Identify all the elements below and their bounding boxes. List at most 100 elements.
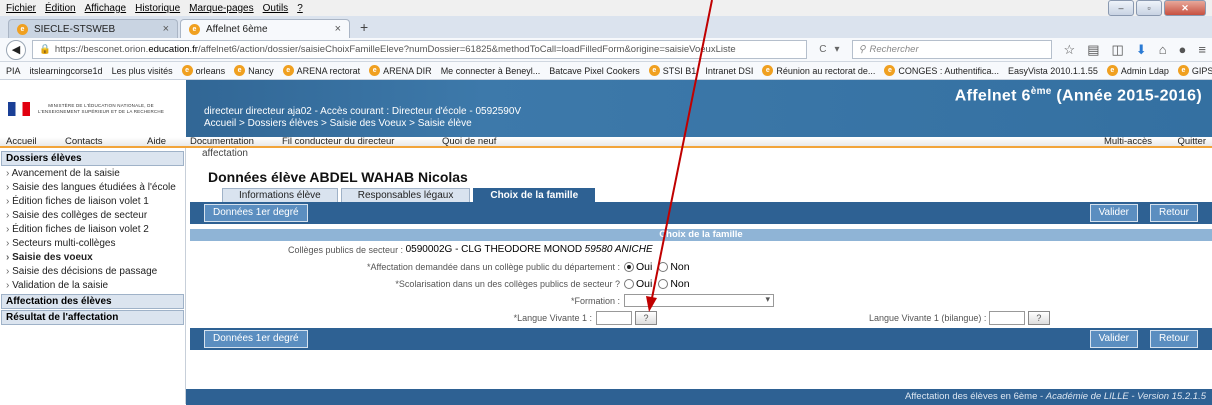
header-info: directeur directeur aja02 - Accès couran…	[186, 80, 521, 137]
menu-historique[interactable]: Historique	[135, 3, 180, 14]
nav-contacts[interactable]: Contacts	[65, 136, 103, 147]
app-navbar: Accueil Contacts Aide Documentation Fil …	[0, 136, 1212, 148]
menu-help[interactable]: ?	[297, 3, 303, 14]
tab-close-icon[interactable]: ×	[163, 23, 169, 35]
nav-fil-conducteur[interactable]: Fil conducteur du directeur	[282, 136, 394, 147]
sidebar-item-colleges-secteur[interactable]: Saisie des collèges de secteur	[0, 209, 185, 223]
reading-list-icon[interactable]: ▤	[1087, 42, 1099, 58]
bookmark-item[interactable]: itslearningcorse1d	[30, 66, 103, 76]
browser-tab-siecle[interactable]: e SIECLE-STSWEB ×	[8, 19, 178, 38]
lv1-label: *Langue Vivante 1 :	[513, 312, 592, 323]
valider-button-bottom[interactable]: Valider	[1089, 330, 1138, 348]
bookmark-item[interactable]: e ARENA DIR	[369, 65, 432, 76]
sidebar-item-decisions[interactable]: Saisie des décisions de passage	[0, 265, 185, 279]
sidebar-section-dossiers[interactable]: Dossiers élèves	[1, 151, 184, 166]
sidebar-item-fiches-volet1[interactable]: Édition fiches de liaison volet 1	[0, 195, 185, 209]
sidebar-item-langues[interactable]: Saisie des langues étudiées à l'école	[0, 181, 185, 195]
retour-button-bottom[interactable]: Retour	[1149, 330, 1198, 348]
url-bar[interactable]: 🔒 https://besconet.orion.education.fr/af…	[32, 40, 808, 59]
bookmark-item[interactable]: Me connecter à Beneyl...	[441, 66, 541, 76]
affectation-oui-radio[interactable]: Oui	[624, 261, 652, 273]
formation-select[interactable]	[624, 294, 774, 307]
sidebar-section-resultat[interactable]: Résultat de l'affectation	[1, 310, 184, 325]
menu-marque-pages[interactable]: Marque-pages	[189, 3, 253, 14]
url-text: https://besconet.orion.education.fr/affe…	[54, 44, 736, 55]
bookmark-star-icon[interactable]: ☆	[1064, 42, 1076, 58]
bookmark-item[interactable]: Batcave Pixel Cookers	[549, 66, 640, 76]
lv1-bilangue-help-button[interactable]: ?	[1027, 310, 1050, 325]
bookmark-item[interactable]: e orleans	[181, 65, 225, 76]
download-icon[interactable]: ⬇	[1136, 42, 1147, 58]
bookmark-item[interactable]: Les plus visités	[112, 66, 173, 76]
sidebar-item-avancement[interactable]: Avancement de la saisie	[0, 167, 185, 181]
bookmark-favicon-icon: e	[181, 65, 193, 76]
chat-icon[interactable]: ●	[1179, 42, 1187, 58]
formation-label: *Formation :	[570, 295, 620, 306]
lv1-bilangue-input[interactable]	[988, 310, 1025, 325]
maximize-button[interactable]: ▫	[1136, 0, 1162, 16]
tab-close-icon[interactable]: ×	[335, 23, 341, 35]
bookmark-favicon-icon: e	[234, 65, 246, 76]
minimize-button[interactable]: –	[1108, 0, 1134, 16]
nav-aide[interactable]: Aide	[147, 136, 166, 147]
lv1-help-button[interactable]: ?	[635, 310, 657, 325]
bookmark-favicon-icon: e	[648, 65, 660, 76]
scolarisation-row: *Scolarisation dans un des collèges publ…	[190, 275, 1212, 292]
action-bar-top: Données 1er degré Valider Retour	[190, 202, 1212, 224]
scolarisation-oui-radio[interactable]: Oui	[624, 278, 652, 290]
menu-fichier[interactable]: Fichier	[6, 3, 36, 14]
bookmark-item[interactable]: EasyVista 2010.1.1.55	[1008, 66, 1098, 76]
dropdown-arrow-icon[interactable]: ▾	[835, 44, 840, 55]
close-window-button[interactable]: ✕	[1164, 0, 1206, 16]
bookmark-item[interactable]: e CONGES : Authentifica...	[884, 65, 999, 76]
lock-icon: 🔒	[39, 44, 51, 55]
bookmark-favicon-icon: e	[282, 65, 294, 76]
tab-responsables-legaux[interactable]: Responsables légaux	[340, 188, 471, 202]
browser-tab-affelnet[interactable]: e Affelnet 6ème ×	[180, 19, 350, 38]
pocket-icon[interactable]: ◫	[1111, 42, 1123, 58]
sidebar-section-affectation[interactable]: Affectation des élèves	[1, 294, 184, 309]
search-input[interactable]: ⚲ Rechercher	[851, 40, 1052, 59]
affectation-row: *Affectation demandée dans un collège pu…	[190, 258, 1212, 275]
bookmark-item[interactable]: eGIPSCI	[1177, 65, 1212, 76]
lv1-input[interactable]	[596, 310, 632, 325]
bookmark-item[interactable]: Intranet DSI	[705, 66, 753, 76]
donnees-1er-degre-button[interactable]: Données 1er degré	[204, 204, 308, 222]
home-icon[interactable]: ⌂	[1159, 42, 1167, 58]
sidebar-item-multi-colleges[interactable]: Secteurs multi-collèges	[0, 237, 185, 251]
new-tab-icon[interactable]: +	[352, 19, 376, 35]
bookmark-item[interactable]: e Nancy	[234, 65, 274, 76]
donnees-1er-degre-button-bottom[interactable]: Données 1er degré	[204, 330, 308, 348]
nav-quitter[interactable]: Quitter	[1177, 136, 1206, 147]
sidebar-item-fiches-volet2[interactable]: Édition fiches de liaison volet 2	[0, 223, 185, 237]
retour-button[interactable]: Retour	[1149, 204, 1198, 222]
back-arrow-icon[interactable]: ◀	[6, 39, 26, 60]
bookmark-favicon-icon: e	[1177, 65, 1189, 76]
bookmark-item[interactable]: e Réunion au rectorat de...	[762, 65, 875, 76]
menu-edition[interactable]: Édition	[45, 3, 76, 14]
menu-affichage[interactable]: Affichage	[85, 3, 127, 14]
bookmark-item[interactable]: e Admin Ldap	[1106, 65, 1169, 76]
menu-outils[interactable]: Outils	[263, 3, 289, 14]
tab-choix-famille[interactable]: Choix de la famille	[473, 188, 596, 202]
bookmark-item[interactable]: e STSI B1	[648, 65, 696, 76]
nav-multi-acces[interactable]: Multi-accès	[1104, 136, 1152, 147]
sidebar-item-voeux[interactable]: Saisie des voeux	[0, 251, 185, 265]
reload-icon[interactable]: C	[819, 44, 826, 55]
bookmark-favicon-icon: e	[369, 65, 381, 76]
tab-favicon-icon: e	[189, 23, 200, 35]
hamburger-menu-icon[interactable]: ≡	[1198, 42, 1206, 58]
nav-accueil[interactable]: Accueil	[6, 136, 37, 147]
bookmark-item[interactable]: e ARENA rectorat	[282, 65, 360, 76]
nav-quoi-de-neuf[interactable]: Quoi de neuf	[442, 136, 496, 147]
affectation-non-radio[interactable]: Non	[658, 261, 690, 273]
valider-button[interactable]: Valider	[1089, 204, 1138, 222]
tab-informations-eleve[interactable]: Informations élève	[222, 188, 338, 202]
formation-row: *Formation :	[190, 292, 1212, 309]
bookmark-item[interactable]: PIA	[6, 66, 21, 76]
scolarisation-non-radio[interactable]: Non	[658, 278, 690, 290]
app-header: MINISTÈRE DE L'ÉDUCATION NATIONALE, DE L…	[0, 80, 1212, 137]
bookmarks-bar: PIA itslearningcorse1d Les plus visités …	[0, 62, 1212, 80]
nav-documentation[interactable]: Documentation	[190, 136, 254, 147]
sidebar-item-validation[interactable]: Validation de la saisie	[0, 279, 185, 293]
